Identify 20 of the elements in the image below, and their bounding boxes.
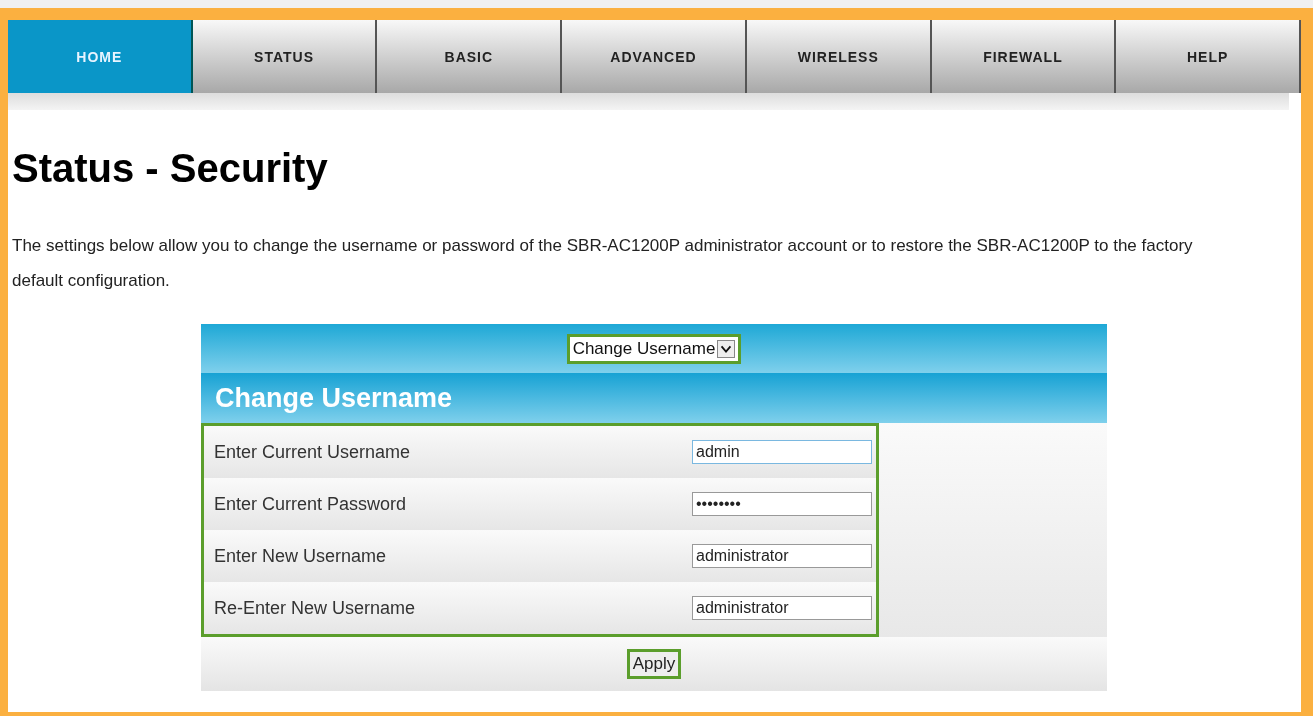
field-label: Enter Current Password xyxy=(214,493,408,515)
nav-tab[interactable]: WIRELESS xyxy=(746,20,932,93)
mode-dropdown[interactable]: Change Username xyxy=(566,333,742,364)
field-label: Re-Enter New Username xyxy=(214,597,417,619)
description: The settings below allow you to change the username or password of the SBR-AC1200P administrator account or to restore the SBR-AC1200P to the factory default configuration. xyxy=(12,235,1194,292)
input-field[interactable]: admin xyxy=(692,440,872,464)
input-field[interactable]: administrator xyxy=(692,596,872,620)
nav-tab[interactable]: ADVANCED xyxy=(562,20,747,93)
chevron-icon xyxy=(717,339,736,358)
section-heading: Change Username xyxy=(201,373,1107,423)
nav-tab[interactable]: HELP xyxy=(1116,20,1302,93)
page-title: Status - Security xyxy=(12,146,329,191)
apply-button[interactable]: Apply xyxy=(626,649,682,679)
field-label: Enter New Username xyxy=(214,545,388,567)
field-label: Enter Current Username xyxy=(214,441,412,463)
nav-tab[interactable]: STATUS xyxy=(192,20,378,93)
nav-tab[interactable]: FIREWALL xyxy=(931,20,1117,93)
input-field[interactable]: •••••••• xyxy=(692,492,872,516)
nav-tab[interactable]: BASIC xyxy=(377,20,563,93)
input-field[interactable]: administrator xyxy=(692,544,872,568)
